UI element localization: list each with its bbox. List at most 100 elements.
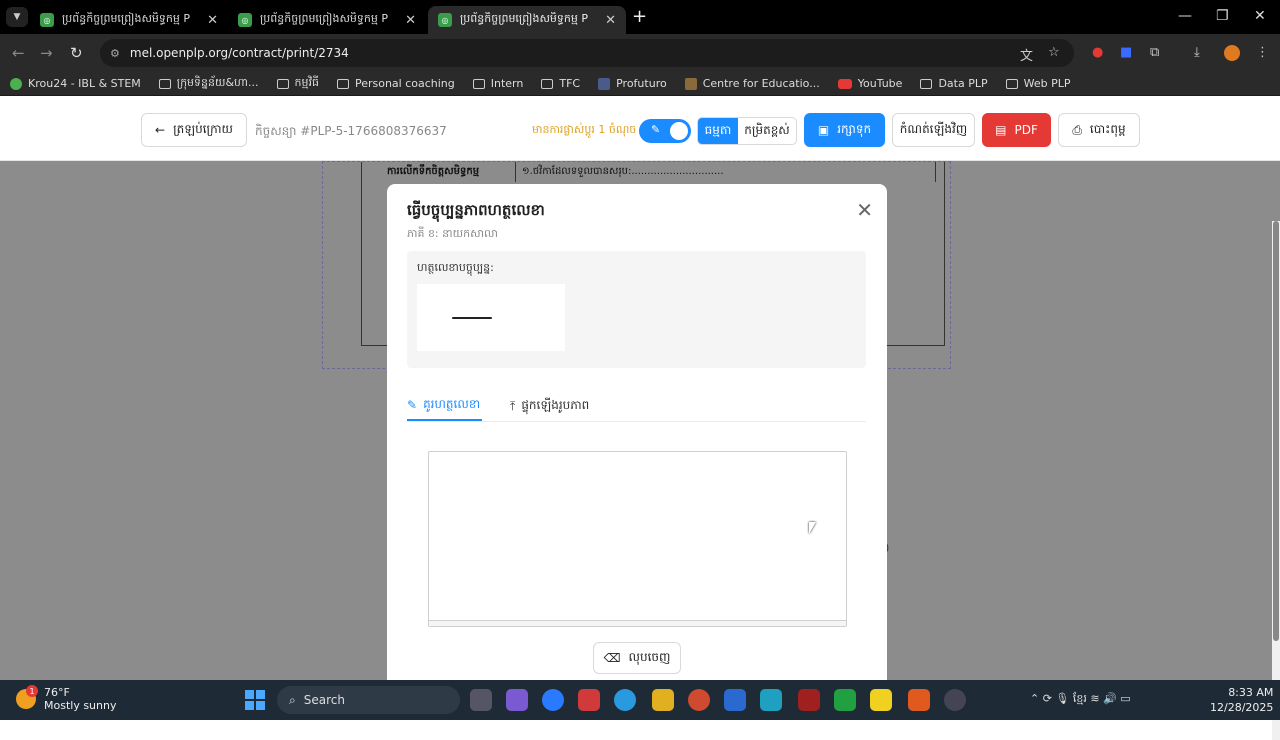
bookmark-label: Intern bbox=[490, 77, 524, 90]
bookmark-item[interactable]: Profuturo bbox=[598, 77, 667, 90]
advanced-mode-option[interactable]: កម្រិតខ្ពស់ bbox=[738, 118, 796, 144]
address-bar[interactable]: ⚙ mel.openplp.org/contract/print/2734 bbox=[100, 39, 1074, 67]
bookmark-item[interactable]: Personal coaching bbox=[336, 77, 455, 90]
new-tab-button[interactable]: + bbox=[632, 6, 647, 27]
reset-button[interactable]: កំណត់ឡើងវិញ bbox=[892, 113, 975, 147]
save-button[interactable]: ▣ រក្សាទុក bbox=[804, 113, 885, 147]
bookmark-item[interactable]: TFC bbox=[541, 77, 580, 90]
extension-icon[interactable]: ■ bbox=[1120, 45, 1132, 60]
weather-condition: Mostly sunny bbox=[44, 699, 117, 712]
sticky-notes-icon[interactable] bbox=[870, 689, 892, 711]
taskbar-clock[interactable]: 8:33 AM 12/28/2025 bbox=[1210, 685, 1273, 715]
profile-avatar[interactable] bbox=[1224, 45, 1240, 61]
bookmark-label: TFC bbox=[559, 77, 581, 90]
tab-draw-signature[interactable]: ✎ គូរហត្ថលេខា bbox=[407, 391, 483, 421]
table-cell-label: ការលើកទឹកចិត្តសមិទ្ធកម្ម bbox=[362, 162, 516, 182]
windows-start-icon[interactable] bbox=[245, 690, 265, 710]
modal-subtitle: ភាគី ខ: នាយកសាលា bbox=[407, 227, 498, 240]
page-toolbar: ← ត្រឡប់ក្រោយ កិច្ចសន្យា #PLP-5-17668083… bbox=[0, 101, 1280, 161]
folder-icon bbox=[920, 78, 933, 89]
weather-widget[interactable]: 1 76°F Mostly sunny bbox=[16, 685, 117, 712]
telegram-icon[interactable] bbox=[614, 689, 636, 711]
tab-upload-label: ផ្ទុកឡើងរូបភាព bbox=[521, 398, 590, 412]
close-tab-icon[interactable]: ✕ bbox=[605, 13, 616, 28]
bookmark-item[interactable]: ក្រុមទិន្នន័យ&ហា... bbox=[158, 75, 259, 92]
bookmark-label: ក្រុមទិន្នន័យ&ហា... bbox=[176, 75, 259, 89]
file-explorer-icon[interactable] bbox=[652, 689, 674, 711]
chrome-icon[interactable] bbox=[688, 689, 710, 711]
site-info-icon[interactable]: ⚙ bbox=[110, 47, 120, 60]
signature-modal: ធ្វើបច្ចុប្បន្នភាពហត្ថលេខា ភាគី ខ: នាយកស… bbox=[387, 184, 887, 680]
clear-button[interactable]: ⌫ លុបចេញ bbox=[593, 642, 681, 674]
windows-taskbar: 1 76°F Mostly sunny ⌕ Search ⌃ ⟳ 🎙 ខ្មែរ … bbox=[0, 680, 1280, 720]
site-icon bbox=[684, 77, 697, 90]
translate-icon[interactable]: 文 bbox=[1020, 45, 1033, 64]
page-scrollbar[interactable] bbox=[1272, 221, 1280, 740]
bookmark-label: YouTube bbox=[857, 77, 903, 90]
menu-kebab-icon[interactable]: ⋮ bbox=[1256, 45, 1269, 60]
browser-toolbar: ← → ↻ ⚙ mel.openplp.org/contract/print/2… bbox=[0, 34, 1280, 72]
browser-tab[interactable]: ◎ ប្រព័ន្ធកិច្ចព្រមព្រៀងសមិទ្ធកម្ម P ✕ bbox=[228, 6, 426, 34]
browser-tab[interactable]: ◎ ប្រព័ន្ធកិច្ចព្រមព្រៀងសមិទ្ធកម្ម P ✕ bbox=[30, 6, 228, 34]
back-button[interactable]: ← ត្រឡប់ក្រោយ bbox=[141, 113, 247, 147]
xbox-icon[interactable] bbox=[834, 689, 856, 711]
copilot-icon[interactable] bbox=[506, 689, 528, 711]
folder-icon bbox=[1005, 78, 1018, 89]
pdf-button[interactable]: ▤ PDF bbox=[982, 113, 1051, 147]
notification-badge: 1 bbox=[26, 685, 38, 697]
restore-icon[interactable]: ❐ bbox=[1216, 8, 1229, 24]
browser-tab-active[interactable]: ◎ ប្រព័ន្ធកិច្ចព្រមព្រៀងសមិទ្ធកម្ម P ✕ bbox=[428, 6, 626, 34]
unsaved-changes-notice: មានការផ្លាស់ប្តូរ 1 ចំណុច bbox=[532, 123, 637, 136]
bookmark-item[interactable]: Centre for Educatio... bbox=[684, 77, 820, 90]
bookmark-label: Krou24 - IBL & STEM bbox=[28, 77, 141, 90]
minimize-icon[interactable]: — bbox=[1178, 8, 1192, 24]
tab-search-button[interactable]: ▼ bbox=[6, 7, 28, 27]
bookmark-item[interactable]: Data PLP bbox=[920, 77, 988, 90]
outlook-icon[interactable] bbox=[724, 689, 746, 711]
arrow-left-icon: ← bbox=[155, 123, 166, 137]
edit-mode-toggle[interactable]: ✎ bbox=[639, 119, 691, 143]
bookmark-item[interactable]: Intern bbox=[472, 77, 524, 90]
eraser-icon: ⌫ bbox=[603, 651, 621, 665]
bookmark-item[interactable]: កម្មវិធី bbox=[276, 75, 319, 92]
bookmark-item[interactable]: YouTube bbox=[837, 77, 903, 90]
brave-icon[interactable] bbox=[908, 689, 930, 711]
site-icon bbox=[598, 77, 611, 90]
bookmark-label: Centre for Educatio... bbox=[702, 77, 820, 90]
close-tab-icon[interactable]: ✕ bbox=[405, 13, 416, 28]
task-view-icon[interactable] bbox=[470, 689, 492, 711]
clock-date: 12/28/2025 bbox=[1210, 701, 1274, 714]
close-icon[interactable]: ✕ bbox=[856, 198, 873, 222]
reload-icon[interactable]: ↻ bbox=[70, 44, 83, 62]
print-button[interactable]: ⎙ បោះពុម្ព bbox=[1058, 113, 1140, 147]
signature-tabs: ✎ គូរហត្ថលេខា ⤒ ផ្ទុកឡើងរូបភាព bbox=[407, 391, 866, 422]
bookmark-label: Profuturo bbox=[616, 77, 667, 90]
app-icon[interactable] bbox=[944, 689, 966, 711]
app-icon[interactable] bbox=[798, 689, 820, 711]
forward-arrow-icon[interactable]: → bbox=[40, 44, 53, 62]
bookmark-label: Personal coaching bbox=[354, 77, 455, 90]
bookmark-label: កម្មវិធី bbox=[294, 75, 319, 89]
normal-mode-option[interactable]: ធម្មតា bbox=[698, 118, 738, 144]
bookmark-item[interactable]: Web PLP bbox=[1005, 77, 1070, 90]
extensions-puzzle-icon[interactable]: ⧉ bbox=[1150, 45, 1159, 60]
zoom-icon[interactable] bbox=[542, 689, 564, 711]
bookmark-item[interactable]: Krou24 - IBL & STEM bbox=[10, 77, 141, 90]
clear-button-label: លុបចេញ bbox=[628, 650, 671, 664]
bookmark-star-icon[interactable]: ☆ bbox=[1048, 45, 1060, 60]
system-tray[interactable]: ⌃ ⟳ 🎙 ខ្មែរ ≋ 🔊 ▭ bbox=[1030, 692, 1131, 708]
clock-time: 8:33 AM bbox=[1228, 686, 1274, 699]
youtube-icon bbox=[837, 78, 852, 89]
app-icon[interactable] bbox=[578, 689, 600, 711]
signature-drawing-canvas[interactable] bbox=[428, 451, 847, 627]
close-window-icon[interactable]: ✕ bbox=[1254, 8, 1266, 24]
close-tab-icon[interactable]: ✕ bbox=[207, 13, 218, 28]
scrollbar-thumb[interactable] bbox=[1273, 221, 1279, 641]
back-arrow-icon[interactable]: ← bbox=[12, 44, 25, 62]
canva-icon[interactable] bbox=[760, 689, 782, 711]
contract-number: កិច្ចសន្យា #PLP-5-1766808376637 bbox=[255, 124, 447, 138]
taskbar-search[interactable]: ⌕ Search bbox=[277, 686, 460, 714]
extension-icon[interactable]: ● bbox=[1092, 45, 1103, 60]
tab-upload-image[interactable]: ⤒ ផ្ទុកឡើងរូបភាព bbox=[510, 391, 589, 421]
download-icon[interactable]: ⤓ bbox=[1194, 45, 1200, 60]
